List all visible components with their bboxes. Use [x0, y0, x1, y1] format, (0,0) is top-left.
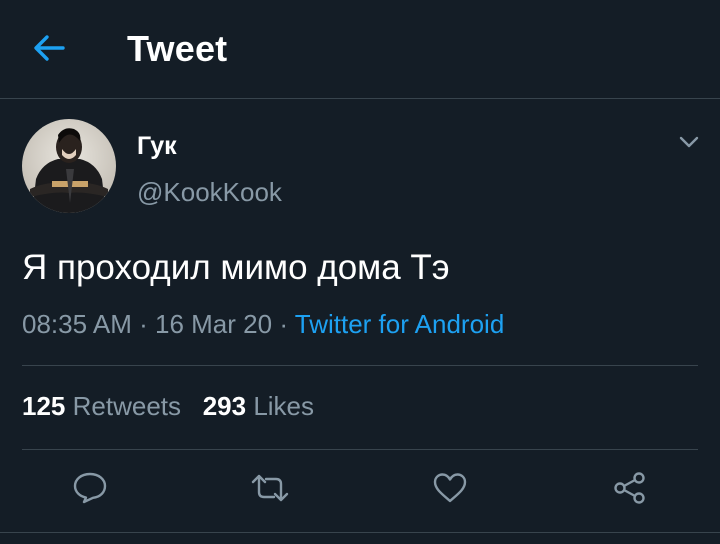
likes-label: Likes — [253, 391, 315, 421]
divider — [22, 365, 698, 366]
likes-count: 293 — [202, 391, 247, 421]
back-button[interactable] — [30, 32, 68, 68]
display-name[interactable]: Гук — [137, 132, 177, 161]
like-button[interactable] — [430, 470, 470, 510]
top-bar: Tweet — [0, 0, 720, 99]
heart-icon — [432, 472, 468, 509]
retweet-icon — [250, 473, 290, 508]
more-options-button[interactable] — [676, 132, 702, 156]
likes-stat[interactable]: 293 Likes — [203, 391, 314, 421]
retweets-count: 125 — [22, 391, 66, 421]
avatar[interactable] — [22, 119, 116, 213]
action-bar — [0, 462, 720, 518]
retweet-button[interactable] — [250, 470, 290, 510]
tweet-text: Я проходил мимо дома Тэ — [22, 248, 450, 287]
tweet-time: 08:35 AM — [22, 309, 132, 339]
user-handle[interactable]: @KookKook — [137, 177, 282, 208]
meta-separator: · — [139, 309, 148, 339]
chevron-down-icon — [679, 135, 699, 153]
share-icon — [612, 471, 648, 510]
tweet-meta: 08:35 AM · 16 Mar 20 · Twitter for Andro… — [22, 309, 504, 340]
divider — [22, 449, 698, 450]
retweets-label: Retweets — [72, 391, 182, 421]
tweet-date: 16 Mar 20 — [155, 309, 273, 339]
meta-separator: · — [279, 309, 288, 339]
tweet-stats: 125 Retweets 293 Likes — [22, 391, 314, 422]
retweets-stat[interactable]: 125 Retweets — [22, 391, 181, 421]
reply-icon — [72, 471, 108, 510]
divider — [0, 532, 720, 533]
share-button[interactable] — [610, 470, 650, 510]
arrow-left-icon — [33, 34, 65, 67]
tweet-source-link[interactable]: Twitter for Android — [295, 309, 505, 339]
reply-button[interactable] — [70, 470, 110, 510]
page-title: Tweet — [127, 28, 228, 69]
